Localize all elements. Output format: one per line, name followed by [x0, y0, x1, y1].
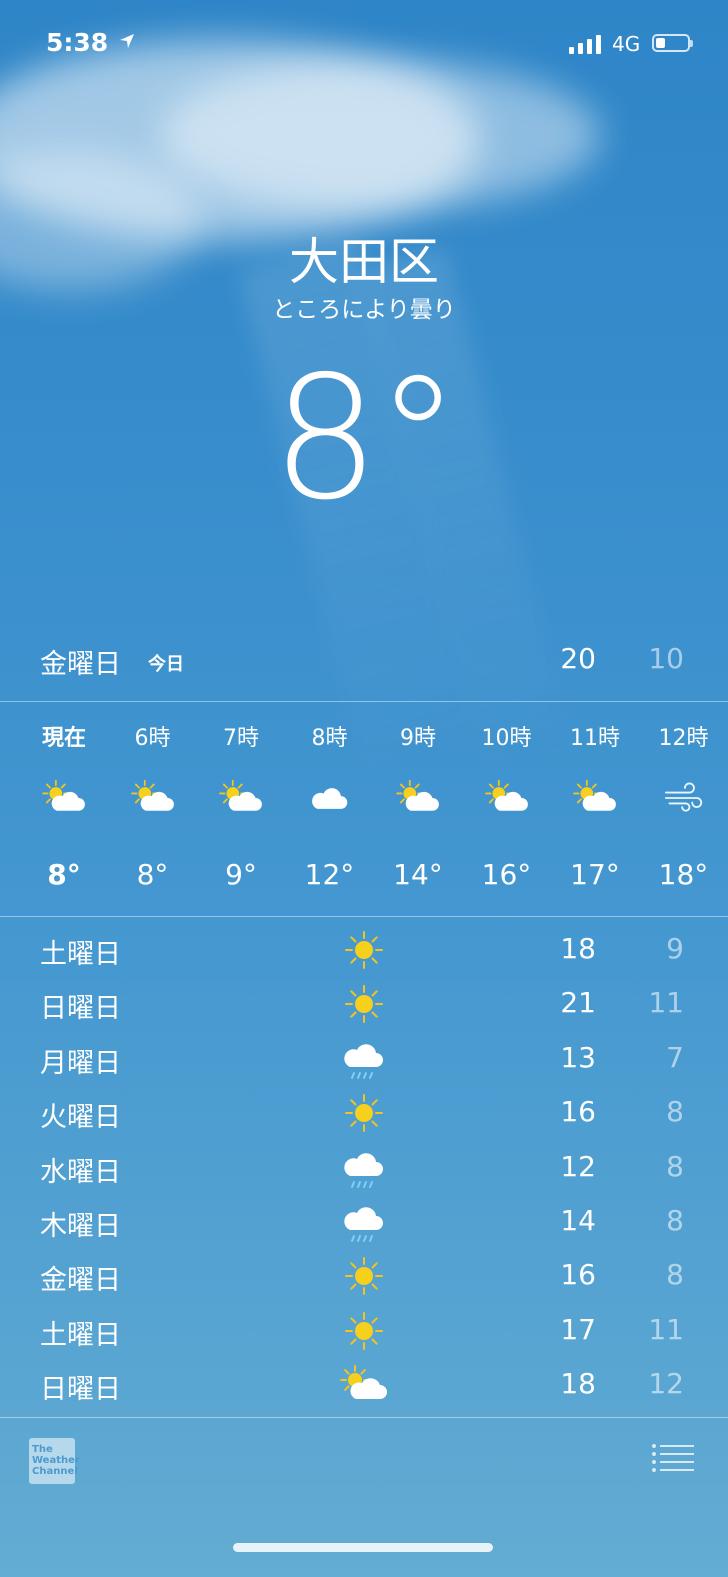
hourly-temp: 8° [47, 858, 81, 891]
hourly-temp: 17° [570, 858, 620, 891]
daily-row: 土曜日 18 9 [0, 922, 728, 976]
hourly-time: 6時 [134, 726, 171, 751]
today-high: 20 [560, 642, 596, 675]
sun-cloud-icon [340, 1363, 388, 1407]
daily-low: 12 [648, 1367, 684, 1401]
daily-high: 12 [560, 1149, 596, 1183]
daily-low: 11 [648, 1312, 684, 1346]
hourly-time: 7時 [223, 726, 259, 751]
daily-day: 金曜日 [40, 1265, 121, 1297]
daily-low: 7 [666, 1040, 684, 1074]
today-summary: 金曜日 今日 20 10 [0, 640, 728, 684]
hourly-temp: 18° [658, 858, 709, 891]
sun-cloud-icon [130, 778, 175, 818]
daily-high: 14 [560, 1204, 596, 1237]
hourly-time: 9時 [400, 726, 436, 751]
daily-day: 木曜日 [40, 1211, 121, 1242]
cloud-icon [308, 778, 352, 818]
hourly-time: 10時 [481, 726, 532, 751]
list-icon[interactable] [651, 1443, 695, 1473]
current-temperature: 8° [271, 340, 460, 538]
daily-high: 17 [560, 1312, 596, 1346]
sun-icon [340, 1254, 388, 1298]
signal-icon [569, 35, 601, 54]
sun-cloud-icon [219, 778, 263, 818]
divider-middle [0, 916, 728, 917]
today-tag: 今日 [148, 654, 184, 675]
home-indicator[interactable] [233, 1543, 493, 1552]
hourly-temp: 14° [393, 858, 443, 891]
daily-row: 水曜日 12 8 [0, 1140, 728, 1194]
hourly-time: 11時 [570, 726, 620, 751]
status-bar: 5:38 4G [0, 28, 728, 64]
daily-low: 8 [666, 1149, 684, 1183]
daily-day: 月曜日 [40, 1047, 121, 1079]
hourly-temp: 12° [304, 858, 355, 891]
hourly-time: 12時 [658, 726, 709, 751]
sun-cloud-icon [573, 778, 617, 818]
daily-low: 8 [666, 1258, 684, 1292]
daily-row: 土曜日 17 11 [0, 1303, 728, 1357]
divider-bottom [0, 1417, 728, 1418]
sun-cloud-icon [484, 778, 529, 818]
status-time: 5:38 [46, 28, 109, 57]
network-type: 4G [612, 32, 641, 56]
daily-high: 13 [560, 1040, 596, 1074]
hourly-time: 8時 [311, 726, 348, 751]
weather-channel-logo[interactable]: The Weather Channel [29, 1438, 80, 1484]
hourly-time: 現在 [41, 726, 86, 751]
daily-day: 火曜日 [40, 1102, 121, 1134]
sun-icon [340, 982, 388, 1026]
sun-cloud-icon [42, 778, 86, 818]
daily-high: 18 [560, 1367, 596, 1401]
daily-row: 月曜日 13 7 [0, 1031, 728, 1085]
hourly-forecast[interactable]: 現在 8° 6時 8° 7時 9° 8時 12° 9時 14° 10時 16° 11時 17° 12時 18… [0, 702, 728, 916]
hourly-temp: 8° [136, 858, 169, 891]
daily-row: 木曜日 14 8 [0, 1194, 728, 1248]
daily-low: 8 [666, 1204, 684, 1237]
daily-high: 18 [560, 932, 596, 965]
daily-low: 8 [666, 1095, 684, 1129]
city-name: 大田区 [289, 233, 439, 291]
daily-high: 16 [560, 1258, 596, 1292]
daily-high: 21 [560, 986, 596, 1020]
daily-day: 水曜日 [40, 1156, 121, 1188]
daily-day: 土曜日 [40, 939, 121, 970]
sun-icon [340, 928, 388, 972]
rain-icon [340, 1146, 388, 1190]
daily-row: 日曜日 18 12 [0, 1357, 728, 1411]
battery-level [656, 38, 665, 48]
today-day: 金曜日 [40, 649, 121, 680]
weather-condition: ところにより曇り [272, 297, 456, 323]
daily-row: 金曜日 16 8 [0, 1248, 728, 1302]
daily-high: 16 [560, 1095, 596, 1129]
weather-channel-logo-text: The Weather Channel [32, 1444, 80, 1477]
hourly-temp: 16° [481, 858, 532, 891]
today-low: 10 [648, 642, 684, 675]
wind-icon [662, 778, 706, 818]
daily-low: 11 [648, 986, 684, 1020]
daily-row: 日曜日 21 11 [0, 976, 728, 1030]
hourly-temp: 9° [225, 858, 257, 891]
battery-icon [652, 34, 693, 52]
daily-day: 日曜日 [40, 1374, 121, 1406]
daily-row: 火曜日 16 8 [0, 1085, 728, 1139]
daily-low: 9 [666, 932, 684, 965]
daily-day: 日曜日 [40, 993, 121, 1025]
daily-day: 土曜日 [40, 1319, 121, 1351]
sun-icon [340, 1091, 388, 1135]
sun-cloud-icon [396, 778, 440, 818]
sun-icon [340, 1309, 388, 1353]
location-arrow-icon [120, 34, 134, 48]
rain-icon [340, 1200, 388, 1244]
rain-icon [340, 1037, 388, 1081]
